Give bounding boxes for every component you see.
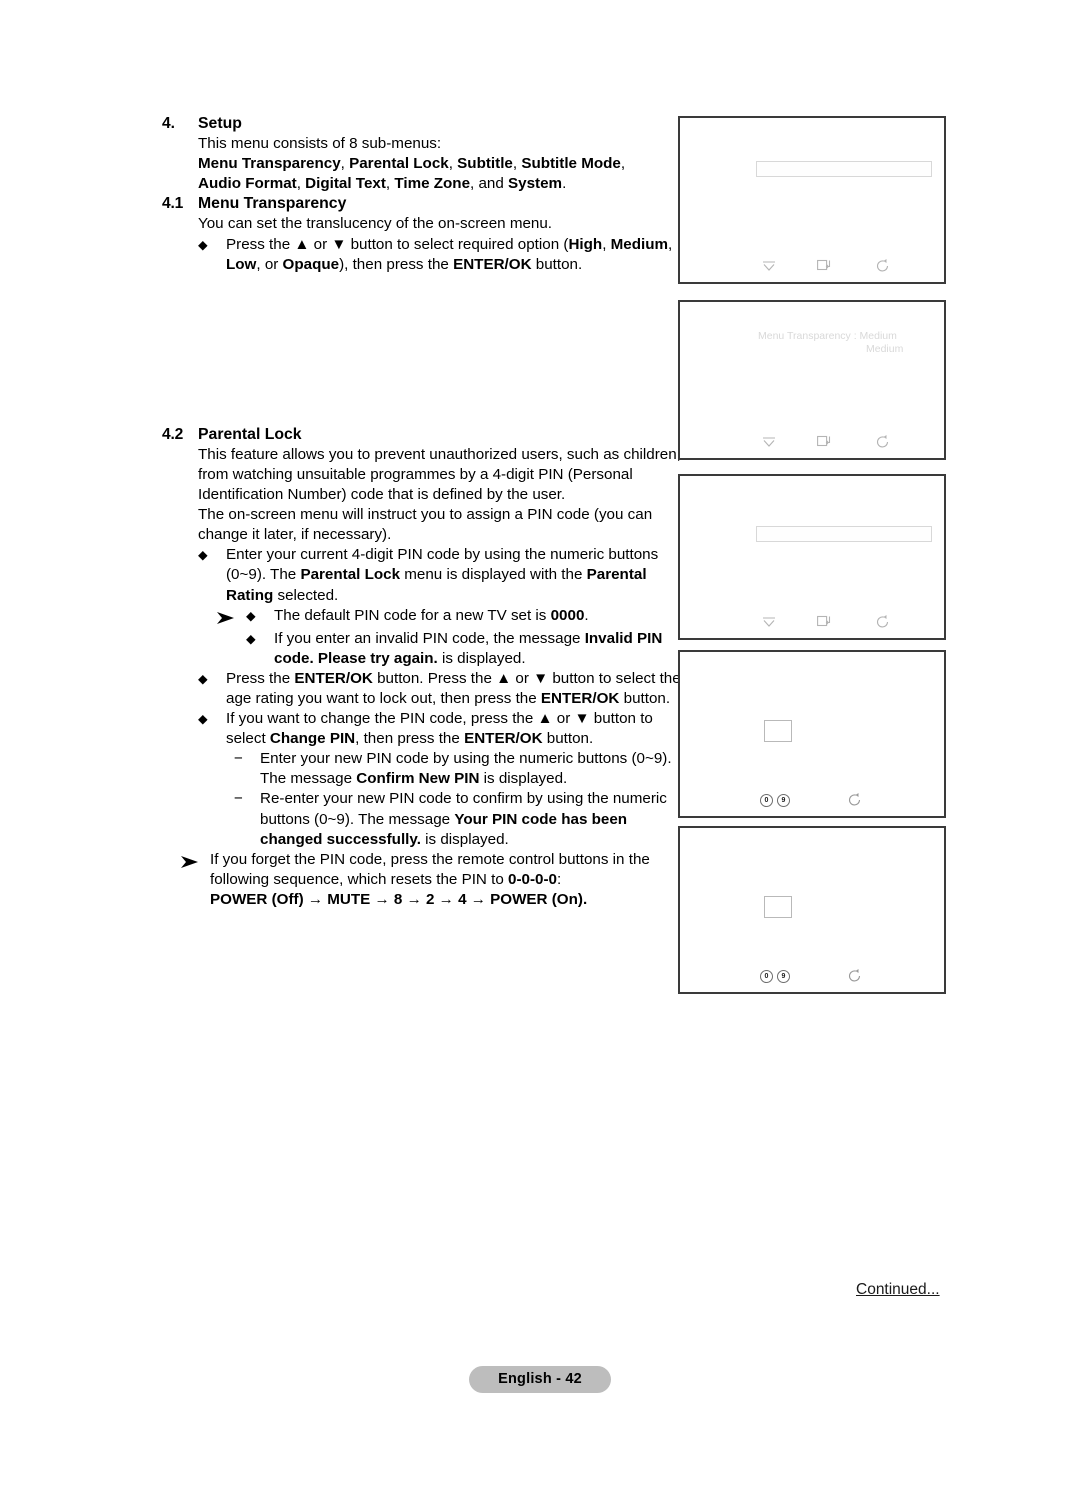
number-key-9-icon: 9 <box>777 970 790 983</box>
note-text: If you forget the PIN code, press the re… <box>210 850 650 888</box>
screenshot-parental-lock <box>678 474 946 640</box>
arrow-bullet-icon <box>216 606 246 629</box>
note-text: If you enter an invalid PIN code, the me… <box>274 629 663 667</box>
section-number: 4. <box>162 115 176 132</box>
bullet-text: Press the ENTER/OK button. Press the ▲ o… <box>226 669 681 707</box>
setup-submenu-line-2: Audio Format, Digital Text, Time Zone, a… <box>198 175 567 193</box>
pin-input-box[interactable] <box>764 720 792 742</box>
note-text: The default PIN code for a new TV set is… <box>274 606 589 624</box>
screenshot-confirm-pin: 0 9 <box>678 826 946 994</box>
section-title: Menu Transparency <box>198 195 347 213</box>
menu-highlight-bar <box>756 526 932 542</box>
note-forgot-pin: If you forget the PIN code, press the re… <box>180 850 682 910</box>
diamond-bullet-icon: ◆ <box>198 237 208 252</box>
move-chevron-icon <box>762 616 776 628</box>
diamond-bullet-icon: ◆ <box>246 631 256 646</box>
diamond-bullet-icon: ◆ <box>198 548 208 563</box>
section-number: 4.2 <box>162 425 184 443</box>
arrow-bullet-icon <box>180 850 210 873</box>
note-text-wrap: If you forget the PIN code, press the re… <box>210 850 682 910</box>
bullet-change-pin: ◆ If you want to change the PIN code, pr… <box>198 709 682 749</box>
enter-key-icon <box>817 435 832 448</box>
menu-highlight-bar <box>756 161 932 177</box>
osd-navbar <box>680 434 944 454</box>
move-chevron-icon <box>762 436 776 448</box>
dash-bullet-icon: − <box>234 790 243 808</box>
osd-navbar <box>680 614 944 634</box>
bullet-enter-current-pin: ◆ Enter your current 4-digit PIN code by… <box>198 545 682 605</box>
menu-transparency-body: You can set the translucency of the on-s… <box>198 214 682 234</box>
section-number: 4.1 <box>162 195 184 213</box>
setup-body: This menu consists of 8 sub-menus: Menu … <box>198 134 682 194</box>
continued-label: Continued... <box>856 1281 940 1298</box>
bullet-text: If you want to change the PIN code, pres… <box>226 710 653 748</box>
menu-transparency-intro: You can set the translucency of the on-s… <box>198 215 553 233</box>
parental-lock-body: This feature allows you to prevent unaut… <box>198 445 682 545</box>
number-key-9-icon: 9 <box>777 794 790 807</box>
section-heading-menu-transparency: 4.1 Menu Transparency <box>162 194 682 214</box>
bullet-age-rating: ◆ Press the ENTER/OK button. Press the ▲… <box>198 669 682 709</box>
osd-line-selected-value: Medium <box>866 343 904 355</box>
osd-navbar: 0 9 <box>680 792 944 812</box>
dash-new-pin: − Enter your new PIN code by using the n… <box>234 749 682 789</box>
dash-bullet-icon: − <box>234 750 243 768</box>
bullet-text: Enter your current 4-digit PIN code by u… <box>226 546 659 604</box>
diamond-bullet-icon: ◆ <box>198 712 208 727</box>
osd-line-transparency: Menu Transparency : Medium <box>758 330 897 342</box>
diamond-bullet-icon: ◆ <box>198 671 208 686</box>
parental-lock-para-2: The on-screen menu will instruct you to … <box>198 506 653 544</box>
note-invalid-pin: ◆ If you enter an invalid PIN code, the … <box>216 629 682 669</box>
return-arrow-icon <box>876 259 890 272</box>
dash-reenter-pin: − Re-enter your new PIN code to confirm … <box>234 789 682 849</box>
screenshot-pin-entry: 0 9 <box>678 650 946 818</box>
bullet-text: Press the ▲ or ▼ button to select requir… <box>226 235 673 273</box>
page-number-badge: English - 42 <box>469 1366 611 1393</box>
move-chevron-icon <box>762 260 776 272</box>
section-heading-setup: 4. Setup <box>162 114 682 134</box>
osd-navbar <box>680 258 944 278</box>
section-title: Setup <box>198 115 242 132</box>
pin-input-box[interactable] <box>764 896 792 918</box>
return-arrow-icon <box>848 969 862 982</box>
number-key-0-icon: 0 <box>760 970 773 983</box>
pin-reset-sequence: POWER (Off) → MUTE → 8 → 2 → 4 → POWER (… <box>210 890 588 908</box>
bullet-select-transparency: ◆ Press the ▲ or ▼ button to select requ… <box>198 235 682 275</box>
note-group-pin: ◆ The default PIN code for a new TV set … <box>216 606 682 669</box>
setup-submenu-line-1: Menu Transparency, Parental Lock, Subtit… <box>198 155 626 173</box>
enter-key-icon <box>817 259 832 272</box>
note-default-pin: ◆ The default PIN code for a new TV set … <box>216 606 682 629</box>
section-heading-parental-lock: 4.2 Parental Lock <box>162 425 682 445</box>
return-arrow-icon <box>848 793 862 806</box>
parental-lock-para-1: This feature allows you to prevent unaut… <box>198 445 681 504</box>
number-key-0-icon: 0 <box>760 794 773 807</box>
screenshot-menu-transparency: Menu Transparency : Medium Medium <box>678 300 946 460</box>
section-title: Parental Lock <box>198 425 302 443</box>
osd-navbar: 0 9 <box>680 968 944 988</box>
screenshot-setup-menu <box>678 116 946 284</box>
setup-intro: This menu consists of 8 sub-menus: <box>198 135 442 153</box>
return-arrow-icon <box>876 435 890 448</box>
dash-text: Enter your new PIN code by using the num… <box>260 750 672 788</box>
dash-text: Re-enter your new PIN code to confirm by… <box>260 790 667 848</box>
return-arrow-icon <box>876 615 890 628</box>
diamond-bullet-icon: ◆ <box>246 608 256 623</box>
manual-text-column: 4. Setup This menu consists of 8 sub-men… <box>162 114 682 910</box>
enter-key-icon <box>817 615 832 628</box>
